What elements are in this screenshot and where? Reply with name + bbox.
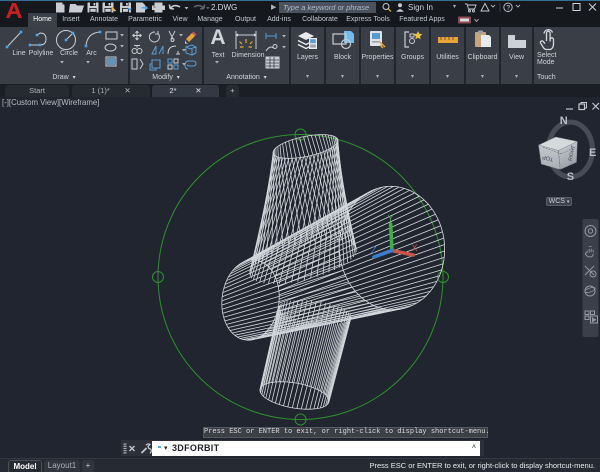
svg-text:Y: Y xyxy=(388,214,394,224)
svg-text:N: N xyxy=(560,115,568,127)
svg-text:Z: Z xyxy=(371,245,377,255)
svg-text:E: E xyxy=(589,147,596,159)
svg-text:X: X xyxy=(412,243,418,253)
svg-text:S: S xyxy=(567,171,574,183)
svg-text:?: ? xyxy=(506,5,510,12)
